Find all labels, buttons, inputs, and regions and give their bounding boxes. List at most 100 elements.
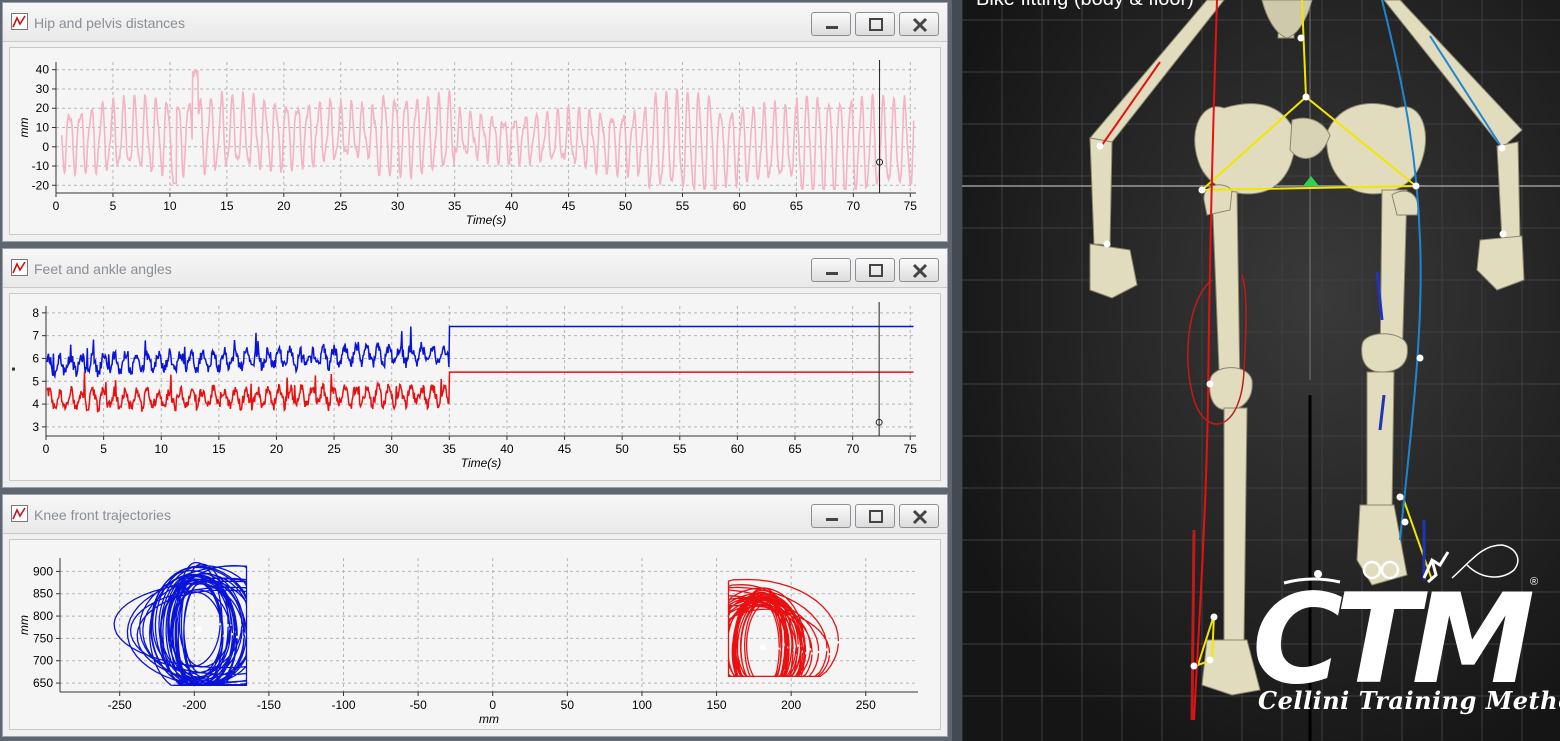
knee-front-window: Knee front trajectories -250 -200 -150 -100… [2, 494, 948, 737]
chart-icon [11, 259, 28, 276]
legend-marker [12, 367, 15, 371]
window-title: Knee front trajectories [34, 507, 171, 523]
chart-icon [11, 13, 28, 30]
y-tick-label: 750 [33, 631, 53, 645]
joint-marker [1103, 240, 1111, 248]
right-knee-trajectory-marker [759, 644, 766, 651]
x-tick-label: 50 [561, 698, 575, 712]
x-tick-label: 35 [448, 199, 462, 213]
x-tick-label: 60 [733, 199, 747, 213]
joint-marker [1210, 613, 1218, 621]
maximize-icon [869, 264, 883, 277]
x-axis-label: mm [479, 712, 499, 726]
maximize-button[interactable] [855, 12, 895, 36]
left-knee [1209, 367, 1253, 411]
x-tick-label: 20 [277, 199, 291, 213]
close-icon [912, 17, 928, 33]
x-axis-label: Time(s) [461, 456, 502, 470]
titlebar[interactable]: Hip and pelvis distances [3, 3, 947, 42]
splitter[interactable] [952, 0, 962, 741]
logo-tagline: Cellini Training Method [1258, 686, 1560, 715]
x-tick-label: -250 [108, 698, 132, 712]
joint-marker [1206, 380, 1214, 388]
y-tick-label: 40 [36, 63, 50, 77]
right-knee [1361, 333, 1408, 373]
feet-ankle-window: Feet and ankle angles 0 5 10 15 20 25 30 35 40 45… [2, 248, 948, 488]
left-tibia [1223, 407, 1248, 641]
joint-marker [1297, 34, 1305, 42]
x-tick-label: 0 [43, 442, 50, 456]
3d-viewport[interactable]: CTM® Bike fitting (body & floor) Cellini… [962, 0, 1560, 741]
x-tick-label: 10 [163, 199, 177, 213]
knee-front-chart: -250 -200 -150 -100 -50 0 50 100 150 200 250 900 850… [17, 558, 918, 726]
left-foot-trail [1190, 529, 1196, 721]
x-tick-label: 30 [385, 442, 399, 456]
hip-pelvis-window: Hip and pelvis distances 0 5 10 15 20 25 30 35 4… [2, 2, 948, 242]
joint-marker [1499, 230, 1507, 238]
x-tick-label: 15 [212, 442, 226, 456]
titlebar[interactable]: Knee front trajectories [3, 495, 947, 534]
maximize-button[interactable] [855, 504, 895, 528]
close-icon [912, 509, 928, 525]
charts-pane: Hip and pelvis distances 0 5 10 15 20 25 30 35 4… [0, 0, 952, 741]
x-tick-label: 150 [707, 698, 727, 712]
x-tick-label: 25 [327, 442, 341, 456]
feet-ankle-plot[interactable]: 0 5 10 15 20 25 30 35 40 45 50 55 60 65 70 75 8 7 6 5 4 3 Time… [9, 293, 941, 481]
swimmer-head-icon [1314, 570, 1322, 578]
right-iliac [1326, 103, 1426, 195]
hip-pelvis-chart: 0 5 10 15 20 25 30 35 40 45 50 55 60 65 70 75403020100-… [17, 60, 917, 227]
joint-marker [1416, 354, 1424, 362]
y-tick-label: 3 [32, 420, 39, 434]
minimize-button[interactable] [811, 504, 851, 528]
x-tick-label: 25 [334, 199, 348, 213]
maximize-button[interactable] [855, 258, 895, 282]
x-tick-label: 30 [391, 199, 405, 213]
left-knee-trajectory-marker [195, 626, 202, 633]
x-tick-label: 45 [558, 442, 572, 456]
hip-pelvis-plot[interactable]: 0 5 10 15 20 25 30 35 40 45 50 55 60 65 70 75 40 30 20 10 0-… [9, 47, 941, 235]
x-tick-label: 65 [790, 199, 804, 213]
joint-marker [1401, 518, 1409, 526]
joint-marker [1412, 182, 1420, 190]
joint-marker [1198, 186, 1206, 194]
x-tick-label: 200 [781, 698, 801, 712]
close-button[interactable] [899, 12, 939, 36]
titlebar[interactable]: Feet and ankle angles [3, 249, 947, 288]
right-tibia [1366, 371, 1395, 513]
close-button[interactable] [899, 258, 939, 282]
x-tick-label: 0 [53, 199, 60, 213]
right-arm-trail [1429, 35, 1503, 149]
maximize-icon [869, 18, 883, 31]
x-tick-label: 70 [846, 442, 860, 456]
x-tick-label: 10 [155, 442, 169, 456]
x-tick-label: -50 [409, 698, 427, 712]
joint-marker [1190, 662, 1198, 670]
x-tick-label: 45 [562, 199, 576, 213]
left-femur [1211, 189, 1241, 396]
y-axis-label: mm [17, 615, 31, 635]
hip-pelvis-series [60, 68, 915, 192]
y-tick-label: 800 [33, 609, 53, 623]
viewport-title: Bike fitting (body & floor) [976, 0, 1194, 11]
maximize-icon [869, 510, 883, 523]
minimize-button[interactable] [811, 12, 851, 36]
minimize-button[interactable] [811, 258, 851, 282]
close-button[interactable] [899, 504, 939, 528]
x-tick-label: 5 [100, 442, 107, 456]
x-tick-label: 0 [489, 698, 496, 712]
y-tick-label: 4 [32, 397, 39, 411]
x-tick-label: 40 [505, 199, 519, 213]
y-tick-label: 7 [32, 329, 39, 343]
x-tick-label: 250 [856, 698, 876, 712]
y-tick-label: 30 [36, 82, 50, 96]
x-tick-label: 75 [904, 442, 918, 456]
y-tick-label: 700 [33, 654, 53, 668]
window-title: Hip and pelvis distances [34, 15, 185, 31]
y-tick-label: -20 [32, 178, 50, 192]
joint-marker [1206, 656, 1214, 664]
left-trail [1193, 0, 1218, 721]
x-tick-label: 15 [220, 199, 234, 213]
y-tick-label: 8 [32, 306, 39, 320]
window-title: Feet and ankle angles [34, 261, 172, 277]
knee-front-plot[interactable]: -250 -200 -150 -100 -50 0 50 100 150 200 250 900 850… [9, 539, 941, 730]
